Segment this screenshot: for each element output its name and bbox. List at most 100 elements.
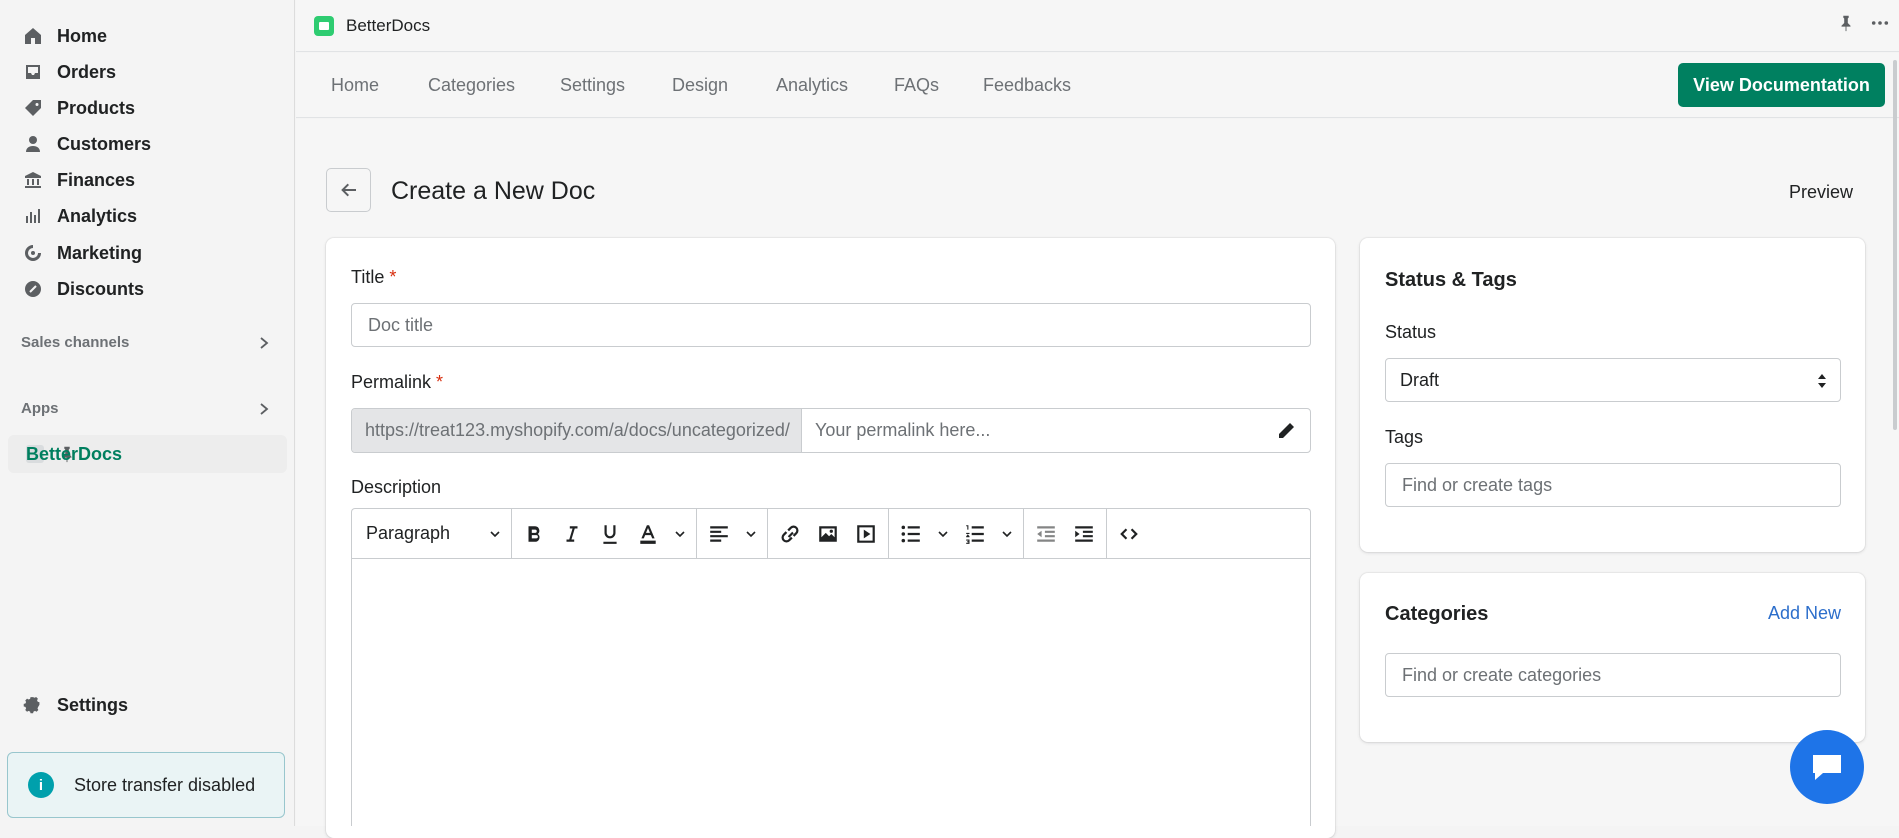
sidebar: Home Orders Products Customers Finances …: [0, 0, 295, 826]
insert-group: [768, 508, 889, 559]
underline-icon[interactable]: [598, 522, 622, 546]
sales-channels-label: Sales channels: [21, 334, 130, 351]
bank-icon: [22, 169, 44, 191]
categories-placeholder: Find or create categories: [1402, 664, 1602, 685]
tab-home[interactable]: Home: [331, 75, 379, 96]
preview-button[interactable]: Preview: [1789, 182, 1853, 203]
align-left-icon[interactable]: [707, 522, 731, 546]
chat-button[interactable]: [1790, 730, 1864, 804]
sidebar-item-label: Customers: [57, 133, 152, 154]
italic-icon[interactable]: [560, 522, 584, 546]
code-group: [1107, 509, 1151, 559]
more-icon[interactable]: [1871, 14, 1889, 32]
sidebar-item-finances[interactable]: Finances: [0, 164, 295, 196]
chevron-down-icon[interactable]: [745, 528, 757, 540]
home-icon: [22, 25, 44, 47]
indent-icon[interactable]: [1072, 522, 1096, 546]
sidebar-item-betterdocs[interactable]: BetterDocs: [8, 435, 287, 473]
title-input[interactable]: Doc title: [351, 303, 1311, 347]
betterdocs-logo-icon: [314, 15, 334, 36]
sidebar-item-label: Discounts: [57, 278, 145, 299]
sidebar-item-customers[interactable]: Customers: [0, 128, 295, 160]
tab-faqs[interactable]: FAQs: [894, 75, 939, 96]
chat-icon: [1813, 755, 1841, 780]
tags-placeholder: Find or create tags: [1402, 474, 1553, 495]
required-mark: *: [389, 267, 397, 287]
tab-categories[interactable]: Categories: [428, 75, 515, 96]
paragraph-select[interactable]: Paragraph: [352, 508, 512, 559]
categories-input[interactable]: Find or create categories: [1385, 653, 1841, 697]
store-transfer-text: Store transfer disabled: [74, 774, 256, 795]
bullet-list-icon[interactable]: [899, 522, 923, 546]
sidebar-apps[interactable]: Apps: [21, 400, 271, 417]
title-label: Title *: [351, 267, 396, 288]
sidebar-item-label: Home: [57, 25, 108, 46]
sidebar-item-label: Orders: [57, 61, 117, 82]
sidebar-item-discounts[interactable]: Discounts: [0, 273, 295, 305]
info-icon: i: [28, 772, 54, 798]
app-topbar: BetterDocs: [296, 0, 1899, 52]
tab-design[interactable]: Design: [672, 75, 728, 96]
required-mark: *: [436, 372, 444, 392]
store-transfer-banner: i Store transfer disabled: [7, 752, 285, 818]
sidebar-item-label: Settings: [57, 694, 129, 715]
sidebar-sales-channels[interactable]: Sales channels: [21, 334, 271, 351]
permalink-label: Permalink *: [351, 372, 443, 393]
tags-input[interactable]: Find or create tags: [1385, 463, 1841, 507]
tab-analytics[interactable]: Analytics: [776, 75, 848, 96]
chevron-down-icon: [490, 530, 500, 537]
pencil-icon[interactable]: [1276, 421, 1296, 441]
permalink-label-text: Permalink: [351, 372, 432, 392]
permalink-prefix: https://treat123.myshopify.com/a/docs/un…: [352, 409, 802, 452]
tag-icon: [22, 97, 44, 119]
sidebar-item-label: Products: [57, 97, 136, 118]
categories-title: Categories: [1385, 603, 1489, 625]
scrollbar[interactable]: [1893, 60, 1897, 430]
page-title: Create a New Doc: [391, 177, 596, 205]
sidebar-item-label: Finances: [57, 169, 136, 190]
video-icon[interactable]: [854, 522, 878, 546]
sidebar-item-label: BetterDocs: [26, 443, 123, 464]
numbered-list-icon[interactable]: [963, 522, 987, 546]
code-icon[interactable]: [1117, 522, 1141, 546]
view-documentation-button[interactable]: View Documentation: [1678, 63, 1885, 107]
pin-icon[interactable]: [1837, 14, 1855, 32]
tab-settings[interactable]: Settings: [560, 75, 625, 96]
status-select[interactable]: Draft: [1385, 358, 1841, 402]
chevron-down-icon[interactable]: [937, 528, 949, 540]
app-navigation: Home Categories Settings Design Analytic…: [296, 53, 1899, 118]
sidebar-item-label: Analytics: [57, 205, 138, 226]
permalink-placeholder: Your permalink here...: [815, 420, 991, 440]
title-placeholder: Doc title: [368, 314, 434, 335]
bold-icon[interactable]: [522, 522, 546, 546]
chevron-right-icon: [260, 402, 269, 415]
description-editor[interactable]: Paragraph: [351, 508, 1311, 826]
tab-feedbacks[interactable]: Feedbacks: [983, 75, 1071, 96]
sidebar-item-products[interactable]: Products: [0, 92, 295, 124]
sidebar-item-marketing[interactable]: Marketing: [0, 237, 295, 269]
permalink-input[interactable]: Your permalink here...: [802, 409, 1310, 452]
paragraph-select-label: Paragraph: [366, 523, 451, 543]
list-group: [889, 508, 1024, 559]
sidebar-item-home[interactable]: Home: [0, 20, 295, 52]
arrow-left-icon: [340, 183, 356, 197]
chevron-down-icon[interactable]: [1001, 528, 1013, 540]
chevron-right-icon: [260, 336, 269, 349]
image-icon[interactable]: [816, 522, 840, 546]
sidebar-item-analytics[interactable]: Analytics: [0, 200, 295, 232]
sidebar-item-label: Marketing: [57, 242, 143, 263]
outdent-icon[interactable]: [1034, 522, 1058, 546]
text-color-icon[interactable]: [636, 522, 660, 546]
sidebar-item-settings[interactable]: Settings: [0, 689, 295, 721]
chevron-down-icon[interactable]: [674, 528, 686, 540]
status-label: Status: [1385, 322, 1437, 342]
bar-chart-icon: [22, 205, 44, 227]
link-icon[interactable]: [778, 522, 802, 546]
indent-group: [1024, 508, 1107, 559]
person-icon: [22, 133, 44, 155]
back-button[interactable]: [326, 168, 371, 212]
add-new-category-link[interactable]: Add New: [1768, 603, 1841, 624]
description-label: Description: [351, 477, 442, 497]
sidebar-item-orders[interactable]: Orders: [0, 56, 295, 88]
align-group: [697, 508, 768, 559]
